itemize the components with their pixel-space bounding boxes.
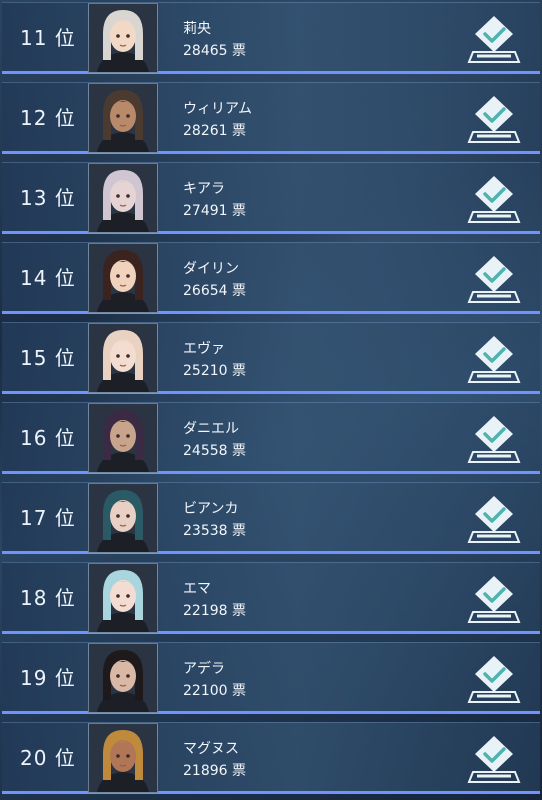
ranking-row: 19 位 アデラ 22100 票 [2, 642, 540, 714]
rank-label: 18 位 [20, 586, 76, 610]
rank-label: 13 位 [20, 186, 76, 210]
character-portrait [88, 323, 158, 393]
character-name: ウィリアム [183, 101, 253, 117]
character-portrait [88, 643, 158, 713]
character-name: ダニエル [183, 421, 239, 437]
rank-label: 20 位 [20, 746, 76, 770]
character-portrait [88, 243, 158, 313]
ranking-row: 12 位 ウィリアム 28261 票 [2, 82, 540, 154]
character-portrait [88, 563, 158, 633]
rank-label: 12 位 [20, 106, 76, 130]
character-name: エヴァ [183, 341, 225, 357]
ranking-row: 15 位 エヴァ 25210 票 [2, 322, 540, 394]
ballot-box-check-icon[interactable] [467, 92, 521, 146]
ballot-box-check-icon[interactable] [467, 12, 521, 66]
ballot-box-check-icon[interactable] [467, 252, 521, 306]
character-name: 莉央 [183, 21, 211, 37]
vote-count: 22100 票 [183, 683, 246, 699]
vote-count: 25210 票 [183, 363, 246, 379]
vote-count: 22198 票 [183, 603, 246, 619]
ranking-row: 16 位 ダニエル 24558 票 [2, 402, 540, 474]
vote-count: 28261 票 [183, 123, 246, 139]
vote-count: 24558 票 [183, 443, 246, 459]
rank-label: 15 位 [20, 346, 76, 370]
character-name: アデラ [183, 661, 225, 677]
ballot-box-check-icon[interactable] [467, 172, 521, 226]
vote-count: 26654 票 [183, 283, 246, 299]
rank-label: 19 位 [20, 666, 76, 690]
ranking-list: 11 位 莉央 28465 票 12 位 ウィリアム 28261 票 13 位 … [0, 0, 542, 800]
character-name: ビアンカ [183, 501, 239, 517]
ranking-row: 18 位 エマ 22198 票 [2, 562, 540, 634]
rank-label: 14 位 [20, 266, 76, 290]
character-name: マグヌス [183, 741, 239, 757]
character-name: キアラ [183, 181, 225, 197]
ballot-box-check-icon[interactable] [467, 652, 521, 706]
character-portrait [88, 403, 158, 473]
character-portrait [88, 3, 158, 73]
vote-count: 27491 票 [183, 203, 246, 219]
character-name: エマ [183, 581, 211, 597]
ballot-box-check-icon[interactable] [467, 412, 521, 466]
ballot-box-check-icon[interactable] [467, 332, 521, 386]
vote-count: 28465 票 [183, 43, 246, 59]
ballot-box-check-icon[interactable] [467, 572, 521, 626]
vote-count: 23538 票 [183, 523, 246, 539]
ranking-row: 13 位 キアラ 27491 票 [2, 162, 540, 234]
character-portrait [88, 83, 158, 153]
character-name: ダイリン [183, 261, 239, 277]
rank-label: 17 位 [20, 506, 76, 530]
rank-label: 16 位 [20, 426, 76, 450]
vote-count: 21896 票 [183, 763, 246, 779]
character-portrait [88, 723, 158, 793]
ballot-box-check-icon[interactable] [467, 492, 521, 546]
character-portrait [88, 483, 158, 553]
ranking-row: 20 位 マグヌス 21896 票 [2, 722, 540, 794]
ballot-box-check-icon[interactable] [467, 732, 521, 786]
ranking-row: 11 位 莉央 28465 票 [2, 2, 540, 74]
ranking-row: 14 位 ダイリン 26654 票 [2, 242, 540, 314]
character-portrait [88, 163, 158, 233]
ranking-row: 17 位 ビアンカ 23538 票 [2, 482, 540, 554]
rank-label: 11 位 [20, 26, 76, 50]
